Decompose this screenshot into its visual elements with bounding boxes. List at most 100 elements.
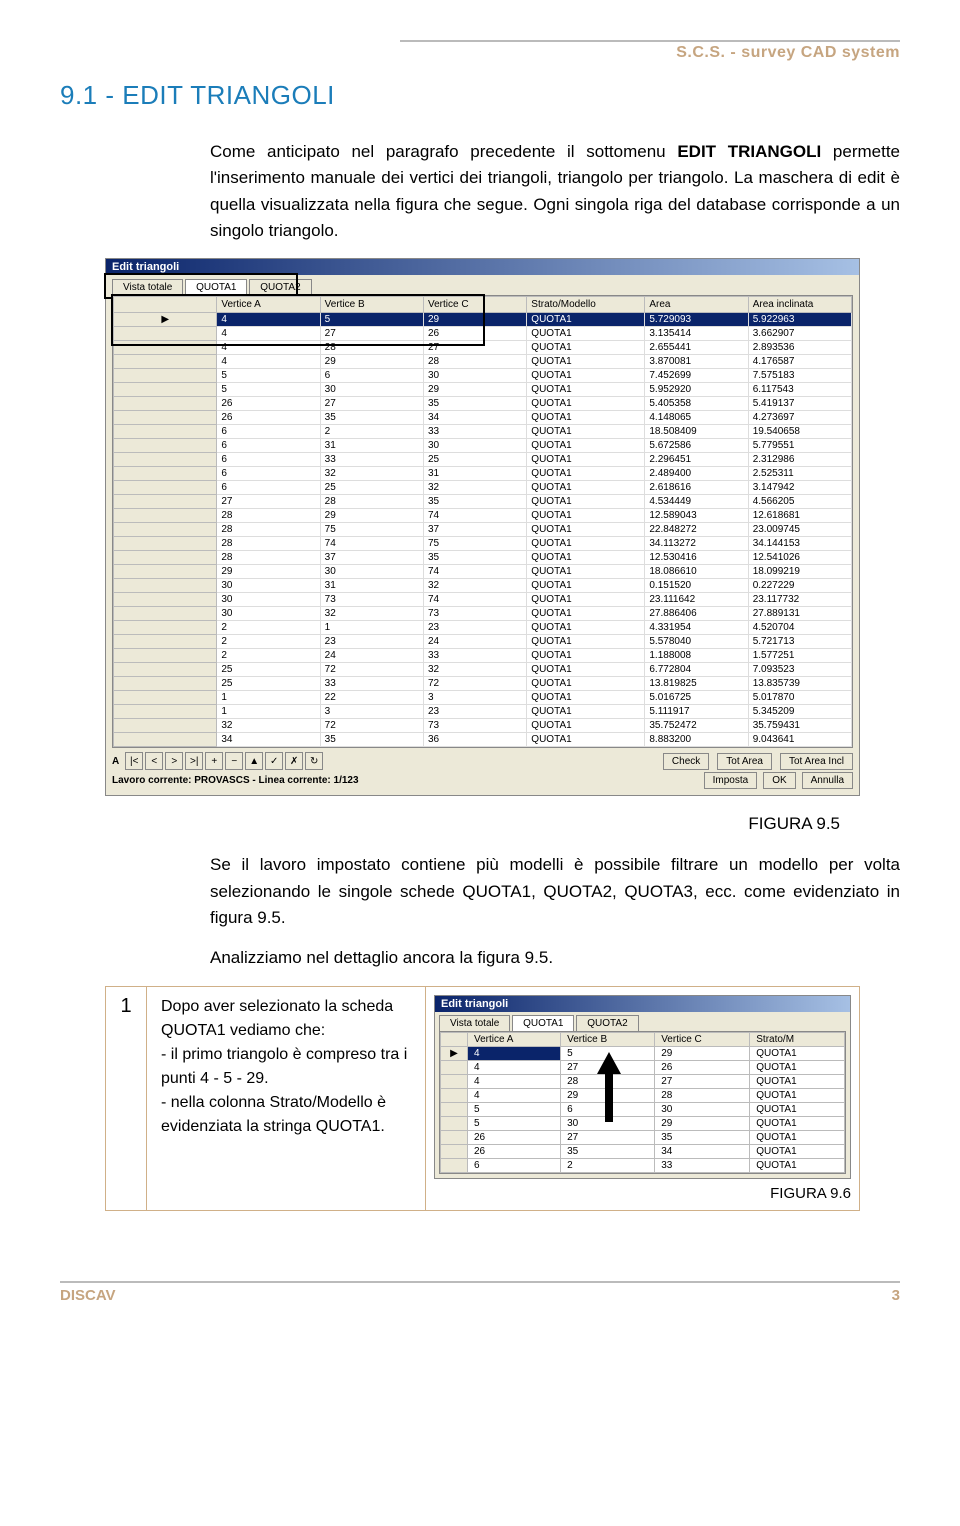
table-cell[interactable]: QUOTA1 xyxy=(527,733,645,747)
tot-area-incl-button[interactable]: Tot Area Incl xyxy=(780,753,853,770)
table-cell[interactable]: 27 xyxy=(217,495,320,509)
table-cell[interactable]: 2 xyxy=(217,649,320,663)
table-cell[interactable]: 3.870081 xyxy=(645,355,748,369)
table-cell[interactable]: 3.147942 xyxy=(748,481,851,495)
table-cell[interactable]: 1 xyxy=(217,691,320,705)
table-cell[interactable]: 2 xyxy=(320,425,423,439)
table-cell[interactable]: QUOTA1 xyxy=(750,1116,845,1130)
table-cell[interactable]: 30 xyxy=(320,565,423,579)
table-cell[interactable]: 30 xyxy=(217,593,320,607)
table-cell[interactable]: 30 xyxy=(423,369,526,383)
table-cell[interactable]: 31 xyxy=(320,439,423,453)
table-cell[interactable]: 31 xyxy=(423,467,526,481)
table-cell[interactable]: QUOTA1 xyxy=(527,425,645,439)
table-cell[interactable]: 5 xyxy=(468,1102,561,1116)
table-cell[interactable]: 5.345209 xyxy=(748,705,851,719)
table-row[interactable]: 6233QUOTA118.50840919.540658 xyxy=(114,425,852,439)
table-cell[interactable]: 5.672586 xyxy=(645,439,748,453)
table-cell[interactable]: 37 xyxy=(320,551,423,565)
table-cell[interactable]: QUOTA1 xyxy=(750,1144,845,1158)
table-cell[interactable]: 12.530416 xyxy=(645,551,748,565)
table-row[interactable]: 5630QUOTA17.4526997.575183 xyxy=(114,369,852,383)
table-cell[interactable]: 4.273697 xyxy=(748,411,851,425)
table-cell[interactable]: 6 xyxy=(320,369,423,383)
table-cell[interactable]: 26 xyxy=(217,411,320,425)
table-cell[interactable]: 32 xyxy=(320,607,423,621)
table-cell[interactable]: 29 xyxy=(320,509,423,523)
table-row[interactable]: 327273QUOTA135.75247235.759431 xyxy=(114,719,852,733)
mini-col-a[interactable]: Vertice A xyxy=(468,1032,561,1046)
table-cell[interactable]: QUOTA1 xyxy=(750,1046,845,1060)
table-cell[interactable]: 72 xyxy=(320,663,423,677)
table-cell[interactable]: 32 xyxy=(423,579,526,593)
table-cell[interactable]: 74 xyxy=(423,565,526,579)
table-cell[interactable]: 35.759431 xyxy=(748,719,851,733)
table-cell[interactable]: QUOTA1 xyxy=(527,649,645,663)
table-cell[interactable]: 1.188008 xyxy=(645,649,748,663)
table-cell[interactable]: 0.151520 xyxy=(645,579,748,593)
table-cell[interactable]: 6 xyxy=(217,439,320,453)
table-cell[interactable]: 34 xyxy=(655,1144,750,1158)
table-cell[interactable]: 13.835739 xyxy=(748,677,851,691)
annulla-button[interactable]: Annulla xyxy=(802,772,853,789)
table-cell[interactable]: 7.452699 xyxy=(645,369,748,383)
table-cell[interactable]: QUOTA1 xyxy=(527,537,645,551)
table-cell[interactable]: QUOTA1 xyxy=(750,1102,845,1116)
table-cell[interactable]: 35 xyxy=(423,551,526,565)
table-cell[interactable]: QUOTA1 xyxy=(527,369,645,383)
table-cell[interactable]: 30 xyxy=(655,1102,750,1116)
table-cell[interactable]: 32 xyxy=(423,663,526,677)
table-cell[interactable]: 5.017870 xyxy=(748,691,851,705)
table-row[interactable]: 53029QUOTA15.9529206.117543 xyxy=(114,383,852,397)
table-cell[interactable]: 34.113272 xyxy=(645,537,748,551)
table-cell[interactable]: 30 xyxy=(217,579,320,593)
table-cell[interactable]: 5.405358 xyxy=(645,397,748,411)
table-cell[interactable]: 23 xyxy=(423,705,526,719)
table-cell[interactable]: 5.016725 xyxy=(645,691,748,705)
table-cell[interactable]: 5.578040 xyxy=(645,635,748,649)
table-cell[interactable]: 5 xyxy=(468,1116,561,1130)
table-cell[interactable]: 4.534449 xyxy=(645,495,748,509)
table-cell[interactable]: 3 xyxy=(320,705,423,719)
table-cell[interactable]: QUOTA1 xyxy=(750,1130,845,1144)
table-cell[interactable]: 28 xyxy=(217,523,320,537)
table-cell[interactable]: 26 xyxy=(468,1144,561,1158)
table-cell[interactable]: QUOTA1 xyxy=(527,355,645,369)
table-row[interactable]: 2123QUOTA14.3319544.520704 xyxy=(114,621,852,635)
table-cell[interactable]: 24 xyxy=(320,649,423,663)
table-cell[interactable]: 12.541026 xyxy=(748,551,851,565)
table-cell[interactable]: QUOTA1 xyxy=(527,439,645,453)
ok-button[interactable]: OK xyxy=(763,772,795,789)
table-cell[interactable]: 28 xyxy=(217,551,320,565)
table-cell[interactable]: QUOTA1 xyxy=(527,719,645,733)
table-cell[interactable]: QUOTA1 xyxy=(527,467,645,481)
table-row[interactable]: 343536QUOTA18.8832009.043641 xyxy=(114,733,852,747)
mini-table[interactable]: Vertice A Vertice B Vertice C Strato/M ▶… xyxy=(440,1032,845,1173)
table-row[interactable]: 62532QUOTA12.6186163.147942 xyxy=(114,481,852,495)
table-cell[interactable]: 2.525311 xyxy=(748,467,851,481)
table-cell[interactable]: 1 xyxy=(217,705,320,719)
table-cell[interactable]: 26 xyxy=(468,1130,561,1144)
table-cell[interactable]: 25 xyxy=(217,677,320,691)
table-cell[interactable]: 6 xyxy=(217,481,320,495)
table-cell[interactable]: 29 xyxy=(217,565,320,579)
table-cell[interactable]: 28 xyxy=(423,355,526,369)
table-cell[interactable]: 33 xyxy=(423,425,526,439)
table-row[interactable]: 262735QUOTA1 xyxy=(441,1130,845,1144)
table-cell[interactable]: 23 xyxy=(423,621,526,635)
table-cell[interactable]: 35 xyxy=(320,733,423,747)
table-cell[interactable]: 30 xyxy=(320,383,423,397)
nav-refresh-icon[interactable]: ↻ xyxy=(305,752,323,770)
table-cell[interactable]: 28 xyxy=(217,509,320,523)
table-cell[interactable]: 28 xyxy=(320,495,423,509)
table-cell[interactable]: 5.779551 xyxy=(748,439,851,453)
table-cell[interactable]: QUOTA1 xyxy=(750,1074,845,1088)
table-cell[interactable]: 23.009745 xyxy=(748,523,851,537)
table-cell[interactable]: 22 xyxy=(320,691,423,705)
table-row[interactable]: 283735QUOTA112.53041612.541026 xyxy=(114,551,852,565)
table-cell[interactable]: 26 xyxy=(655,1060,750,1074)
table-cell[interactable]: 35 xyxy=(320,411,423,425)
table-cell[interactable]: 12.618681 xyxy=(748,509,851,523)
table-row[interactable]: 22433QUOTA11.1880081.577251 xyxy=(114,649,852,663)
table-cell[interactable]: QUOTA1 xyxy=(527,635,645,649)
